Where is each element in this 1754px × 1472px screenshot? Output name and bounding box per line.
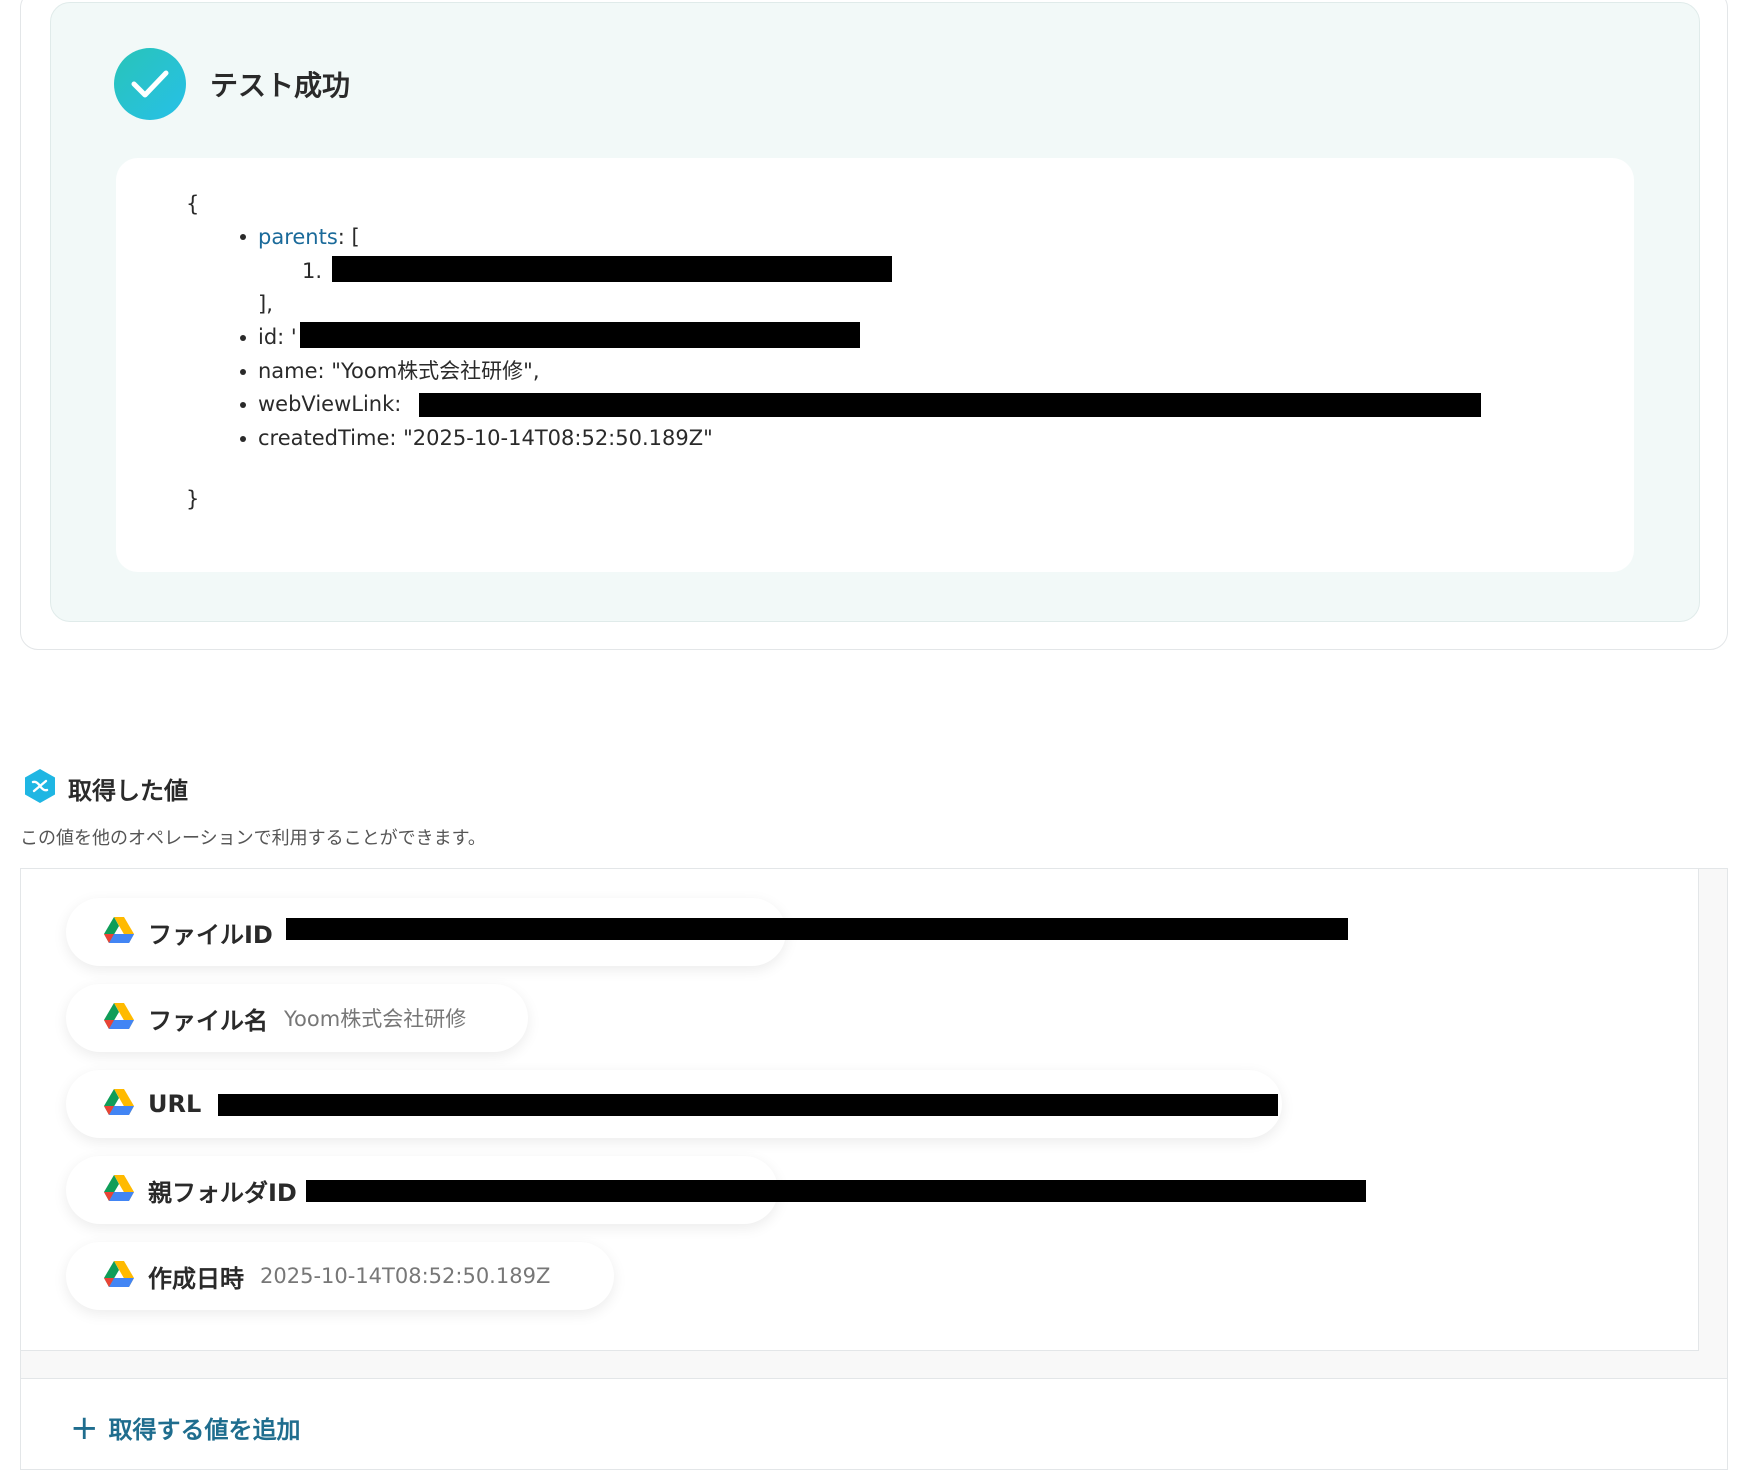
json-open-brace: { [186,192,200,216]
redacted-id [300,322,860,348]
value-label: ファイルID [148,920,273,949]
vertical-scrollbar[interactable] [1699,869,1727,1351]
add-value-button-label: 取得する値を追加 [108,1416,301,1444]
google-drive-icon [104,1089,134,1119]
list-bullet [240,402,246,408]
list-bullet [240,436,246,442]
json-parents-open: : [ [337,225,360,249]
variable-hexagon-icon [22,768,58,808]
check-circle-icon [114,48,186,120]
value-pill-created-time[interactable]: 作成日時 2025-10-14T08:52:50.189Z [66,1242,614,1310]
json-parents-item-index: 1. [302,259,323,283]
json-close-brace: } [186,487,200,511]
value-text: 2025-10-14T08:52:50.189Z [260,1264,551,1288]
json-webviewlink-line: webViewLink: [258,392,402,416]
google-drive-icon [104,1003,134,1033]
value-label: ファイル名 [148,1006,268,1035]
json-createdtime-line: createdTime: "2025-10-14T08:52:50.189Z" [258,426,713,450]
redacted-url [218,1094,1278,1116]
json-id-line: id: ' [258,325,297,349]
redacted-webviewlink [419,393,1481,417]
json-output-box: { parents: [ 1. ], id: ' name: "Yoom株式会社… [116,158,1634,572]
list-bullet [240,234,246,240]
redacted-parent-folder-id [306,1180,1366,1202]
redacted-parent-id [332,256,892,282]
values-header: 取得した値 [22,768,188,808]
json-name-line: name: "Yoom株式会社研修", [258,359,540,383]
add-value-button[interactable]: + 取得する値を追加 [70,1410,301,1445]
google-drive-icon [104,1261,134,1291]
list-bullet [240,369,246,375]
value-label: URL [148,1090,202,1118]
json-parents-close: ], [258,292,273,316]
values-section-description: この値を他のオペレーションで利用することができます。 [20,828,486,849]
json-key-parents: parents [258,225,338,249]
value-label: 親フォルダID [148,1178,297,1207]
google-drive-icon [104,1175,134,1205]
value-label: 作成日時 [148,1264,244,1293]
values-section-title: 取得した値 [68,776,188,805]
value-pill-file-name[interactable]: ファイル名 Yoom株式会社研修 [66,984,528,1052]
horizontal-scrollbar[interactable] [21,1351,1727,1379]
test-success-title: テスト成功 [210,69,351,102]
test-success-header: テスト成功 [114,48,350,120]
plus-icon: + [70,1407,99,1448]
redacted-file-id [286,918,1348,940]
list-bullet [240,335,246,341]
json-parents-line: parents: [ [258,224,360,250]
value-text: Yoom株式会社研修 [284,1007,467,1031]
google-drive-icon [104,917,134,947]
